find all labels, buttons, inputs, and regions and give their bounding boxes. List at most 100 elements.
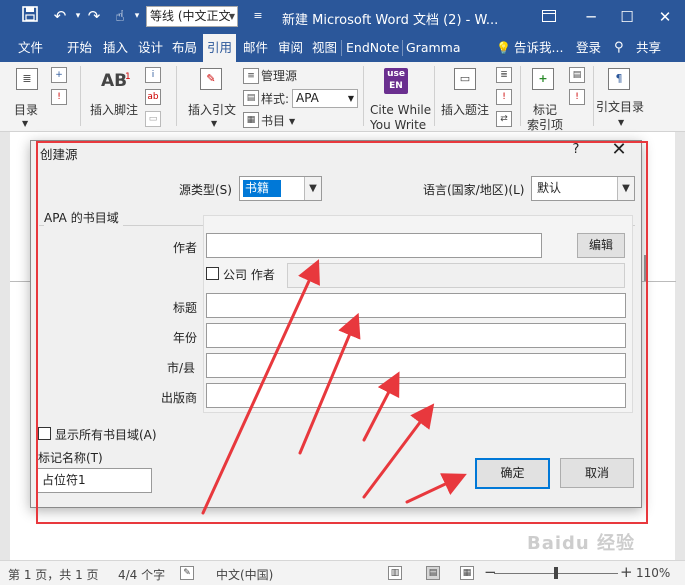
references-ribbon: ≣ 目录 ▼ + ! AB 1 插入脚注 i ab ▭ ✎ 插入引文 ▼ ≡ 管…: [0, 62, 685, 132]
tab-mailings[interactable]: 邮件: [243, 34, 268, 62]
add-text-icon[interactable]: +: [51, 67, 67, 83]
customize-toolbar-icon[interactable]: ≡: [248, 6, 268, 26]
save-icon[interactable]: [20, 6, 40, 26]
table-of-authorities-button[interactable]: 引文目录: [596, 100, 644, 114]
source-type-select[interactable]: 书籍 ▼: [239, 176, 322, 201]
next-footnote-icon[interactable]: ab: [145, 89, 161, 105]
insert-caption-icon[interactable]: ▭: [454, 68, 476, 90]
style-icon: ▤: [243, 90, 259, 106]
redo-icon[interactable]: ↷: [84, 6, 104, 26]
manage-sources-button[interactable]: 管理源: [261, 69, 297, 83]
chevron-down-icon: ▼: [618, 118, 625, 127]
footnote-icon[interactable]: AB: [101, 73, 127, 90]
insert-endnote-icon[interactable]: i: [145, 67, 161, 83]
chevron-down-icon: ▼: [228, 12, 235, 21]
zoom-in-button[interactable]: +: [620, 563, 633, 581]
manage-sources-icon[interactable]: ≡: [243, 68, 259, 84]
show-all-fields-checkbox[interactable]: [38, 427, 51, 440]
tab-view[interactable]: 视图: [312, 34, 337, 62]
word-count[interactable]: 4/4 个字: [118, 566, 165, 583]
city-input[interactable]: [206, 353, 626, 378]
insert-citation-button[interactable]: 插入引文: [188, 103, 236, 117]
tab-insert[interactable]: 插入: [103, 34, 128, 62]
year-input[interactable]: [206, 323, 626, 348]
corporate-author-checkbox[interactable]: [206, 267, 219, 280]
chevron-down-icon: ▼: [304, 177, 321, 200]
web-layout-icon[interactable]: ▦: [460, 566, 474, 580]
zoom-out-button[interactable]: −: [484, 563, 497, 581]
insert-footnote-button[interactable]: 插入脚注: [90, 103, 138, 117]
font-name-box[interactable]: 等线 (中文正文 ▼: [146, 6, 238, 27]
chevron-down-icon: ▼: [22, 119, 29, 128]
tab-review[interactable]: 审阅: [278, 34, 303, 62]
ribbon-display-icon[interactable]: [536, 4, 562, 30]
vertical-scrollbar[interactable]: [644, 255, 646, 281]
update-figures-icon[interactable]: !: [496, 89, 512, 105]
login-link[interactable]: 登录: [576, 34, 601, 62]
toc-icon[interactable]: ≣: [16, 68, 38, 90]
tab-endnote[interactable]: EndNote: [346, 34, 399, 62]
edit-author-button[interactable]: 编辑: [577, 233, 625, 258]
tab-home[interactable]: 开始: [67, 34, 92, 62]
proofing-icon[interactable]: ✎: [180, 566, 194, 580]
footnote-superscript-icon: 1: [125, 72, 131, 82]
publisher-input[interactable]: [206, 383, 626, 408]
author-input[interactable]: [206, 233, 542, 258]
close-window-button[interactable]: ✕: [652, 4, 678, 30]
cancel-button[interactable]: 取消: [560, 458, 634, 488]
tab-references[interactable]: 引用: [203, 34, 237, 62]
insert-citation-icon[interactable]: ✎: [200, 68, 222, 90]
undo-icon[interactable]: ↶: [50, 6, 70, 26]
toc-button[interactable]: 目录: [14, 103, 38, 117]
touch-dropdown-icon[interactable]: ▾: [127, 6, 147, 26]
title-input[interactable]: [206, 293, 626, 318]
page-count[interactable]: 第 1 页，共 1 页: [8, 566, 99, 583]
tag-name-input[interactable]: 占位符1: [37, 468, 152, 493]
citation-style-select[interactable]: APA ▼: [292, 89, 358, 108]
language-status[interactable]: 中文(中国): [216, 566, 273, 583]
cross-reference-icon[interactable]: ⇄: [496, 111, 512, 127]
tab-file[interactable]: 文件: [18, 34, 43, 62]
bibliography-button[interactable]: 书目: [261, 114, 285, 128]
style-label: 样式:: [261, 92, 290, 106]
update-table-icon[interactable]: !: [51, 89, 67, 105]
mark-entry-icon[interactable]: +: [532, 68, 554, 90]
tab-grammarly[interactable]: Gramma: [406, 34, 461, 62]
mark-entry-button[interactable]: 标记: [533, 103, 557, 117]
city-label: 市/县: [167, 361, 196, 375]
help-button[interactable]: ?: [569, 142, 583, 157]
show-notes-icon: ▭: [145, 111, 161, 127]
tab-design[interactable]: 设计: [138, 34, 163, 62]
update-index-icon[interactable]: !: [569, 89, 585, 105]
minimize-button[interactable]: ─: [578, 4, 604, 30]
tab-layout[interactable]: 布局: [172, 34, 197, 62]
ribbon-tabs: 文件 开始 插入 设计 布局 引用 邮件 审阅 视图 EndNote Gramm…: [0, 34, 685, 62]
language-select[interactable]: 默认 ▼: [531, 176, 635, 201]
close-dialog-button[interactable]: ✕: [609, 139, 629, 160]
tab-divider: [402, 40, 403, 56]
insert-index-icon[interactable]: ▤: [569, 67, 585, 83]
restore-button[interactable]: ☐: [614, 4, 640, 30]
share-button[interactable]: 共享: [636, 34, 661, 62]
group-divider: [80, 66, 81, 126]
zoom-slider-thumb[interactable]: [554, 567, 558, 579]
insert-table-of-figures-icon[interactable]: ≣: [496, 67, 512, 83]
tag-name-label: 标记名称(T): [38, 451, 103, 465]
year-label: 年份: [173, 331, 198, 345]
language-label: 语言(国家/地区)(L): [423, 183, 525, 197]
group-divider: [434, 66, 435, 126]
zoom-level[interactable]: 110%: [636, 566, 670, 580]
read-mode-icon[interactable]: ▥: [388, 566, 402, 580]
mark-citation-icon[interactable]: ¶: [608, 68, 630, 90]
author-label: 作者: [173, 241, 198, 255]
bibliography-icon[interactable]: ▦: [243, 112, 259, 128]
tell-me-search[interactable]: 告诉我...: [514, 34, 563, 62]
insert-caption-button[interactable]: 插入题注: [441, 103, 489, 117]
print-layout-icon[interactable]: ▤: [426, 566, 440, 580]
baidu-watermark-logo: Baidu 经验: [527, 533, 636, 554]
cite-while-you-write-button[interactable]: Cite While: [370, 103, 431, 117]
source-type-value: 书籍: [243, 180, 282, 197]
chevron-down-icon: ▼: [347, 94, 354, 103]
endnote-icon[interactable]: use EN: [384, 68, 408, 94]
ok-button[interactable]: 确定: [475, 458, 550, 489]
